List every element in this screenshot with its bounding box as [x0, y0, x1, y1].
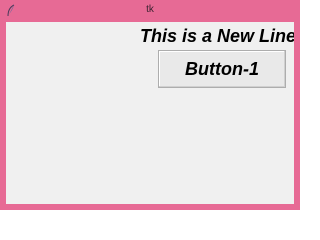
heading-label: This is a New Line Text	[140, 26, 294, 46]
app-window: tk This is a New Line Text Button-1	[0, 0, 300, 210]
button-1[interactable]: Button-1	[158, 50, 286, 88]
title-bar[interactable]: tk	[0, 0, 300, 22]
window-client-area: This is a New Line Text Button-1	[6, 22, 294, 204]
window-title: tk	[146, 4, 154, 15]
